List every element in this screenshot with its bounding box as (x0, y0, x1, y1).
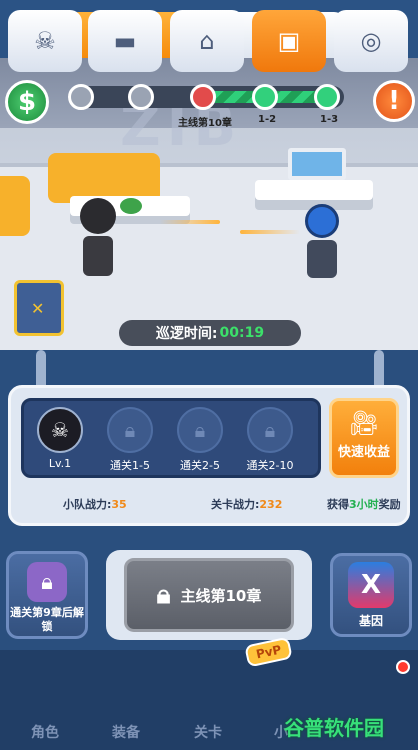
stage-node-1-2-label: 1-2 (258, 114, 277, 125)
gene-label: 基因 (358, 614, 383, 628)
quick-earn-button[interactable]: 🎥︎ 快速收益 (329, 398, 399, 478)
exclamation-icon[interactable]: ! (373, 80, 415, 122)
lock-icon: 🔒︎ (247, 407, 293, 453)
locked-feature-card[interactable]: 🔒︎ 通关第9章后解锁 (6, 551, 88, 639)
lock-icon: 🔒︎ (27, 562, 67, 602)
nav-equipment-label: 装备 (112, 725, 140, 741)
skull-icon: ☠ (34, 27, 56, 55)
stage-node-chapter10-label: 主线第10章 (178, 118, 232, 129)
unlock-label: 通关第9章后解锁 (10, 606, 84, 633)
lock-icon: 🔒︎ (177, 407, 223, 453)
stage-node-1-3[interactable] (314, 84, 340, 110)
squad-slot-hero[interactable]: ☠ Lv.1 (30, 407, 90, 473)
squad-slot-locked-3[interactable]: 🔒︎ 通关2-10 (240, 407, 300, 473)
lock-icon: 🔒︎ (107, 407, 153, 453)
nav-target[interactable]: ◎ (334, 10, 408, 72)
sofa-side (0, 176, 30, 236)
stage-node-chapter10[interactable] (190, 84, 216, 110)
skull-hero-icon: ☠ (37, 407, 83, 453)
notification-dot (396, 660, 410, 674)
panel-chain-right (374, 350, 384, 390)
patrol-label: 巡逻时间: (155, 326, 218, 342)
hero-character (302, 204, 342, 282)
reward-info: 获得3小时奖励 (327, 498, 401, 511)
squad-slot-locked-1[interactable]: 🔒︎ 通关1-5 (100, 407, 160, 473)
gene-button[interactable]: X 基因 (330, 553, 412, 637)
patrol-timer: 巡逻时间: 00:19 (119, 320, 301, 346)
nav-character[interactable]: ☠ (8, 10, 82, 72)
panel-chain-left (36, 350, 46, 390)
camera-icon: 🎥︎ (348, 409, 380, 437)
nav-equipment[interactable]: ▬ (88, 10, 162, 72)
patrol-time: 00:19 (219, 325, 265, 341)
bullet-trail-2 (240, 230, 300, 234)
stage-node-2[interactable] (128, 84, 154, 110)
main-chapter-button[interactable]: 🔒︎ 主线第10章 (124, 558, 294, 632)
stage-power: 关卡战力:232 (211, 498, 283, 511)
stage-node-1[interactable] (68, 84, 94, 110)
target-icon: ◎ (360, 27, 382, 55)
stage-node-1-2[interactable] (252, 84, 278, 110)
plant (120, 198, 142, 214)
bullet-trail-1 (160, 220, 220, 224)
squad-slot-level: Lv.1 (48, 457, 72, 470)
team-power: 小队战力:35 (63, 498, 127, 511)
nav-pvp[interactable]: ▣ (252, 10, 326, 72)
dollar-icon[interactable]: $ (5, 80, 49, 124)
squad-slots: ☠ Lv.1 🔒︎ 通关1-5 🔒︎ 通关2-5 🔒︎ 通关2-10 (21, 398, 321, 478)
enemy-character (78, 198, 118, 278)
squad-slot-locked-2[interactable]: 🔒︎ 通关2-5 (170, 407, 230, 473)
squad-slot-unlock-2: 通关2-5 (180, 459, 220, 472)
nav-stages-label: 关卡 (194, 725, 222, 741)
gun-icon: ▬ (113, 27, 137, 55)
squad-slot-unlock-3: 通关2-10 (246, 459, 294, 472)
battle-scene: ZIB 主线第10章 1-2 1-3 $ ! ✕ 巡逻时间: 00:19 (0, 58, 418, 350)
pvp-icon: ▣ (277, 27, 301, 55)
squad-slot-unlock-1: 通关1-5 (110, 459, 150, 472)
nav-stages[interactable]: ⌂ (170, 10, 244, 72)
main-chapter-label: 主线第10章 (180, 586, 262, 605)
watermark: 谷普软件园 (284, 716, 384, 740)
desk (255, 180, 373, 200)
chapter-button-frame: 🔒︎ 主线第10章 (106, 550, 312, 640)
lock-icon: 🔒︎ (156, 579, 171, 610)
nav-character-label: 角色 (31, 725, 59, 741)
map-icon: ⌂ (199, 27, 215, 55)
treasure-chest[interactable]: ✕ (14, 280, 64, 336)
quick-earn-label: 快速收益 (337, 445, 390, 460)
squad-panel: ☠ Lv.1 🔒︎ 通关1-5 🔒︎ 通关2-5 🔒︎ 通关2-10 🎥︎ 快速… (8, 385, 410, 526)
monitor (288, 148, 346, 180)
stage-node-1-3-label: 1-3 (320, 114, 339, 125)
dna-icon: X (348, 562, 394, 608)
